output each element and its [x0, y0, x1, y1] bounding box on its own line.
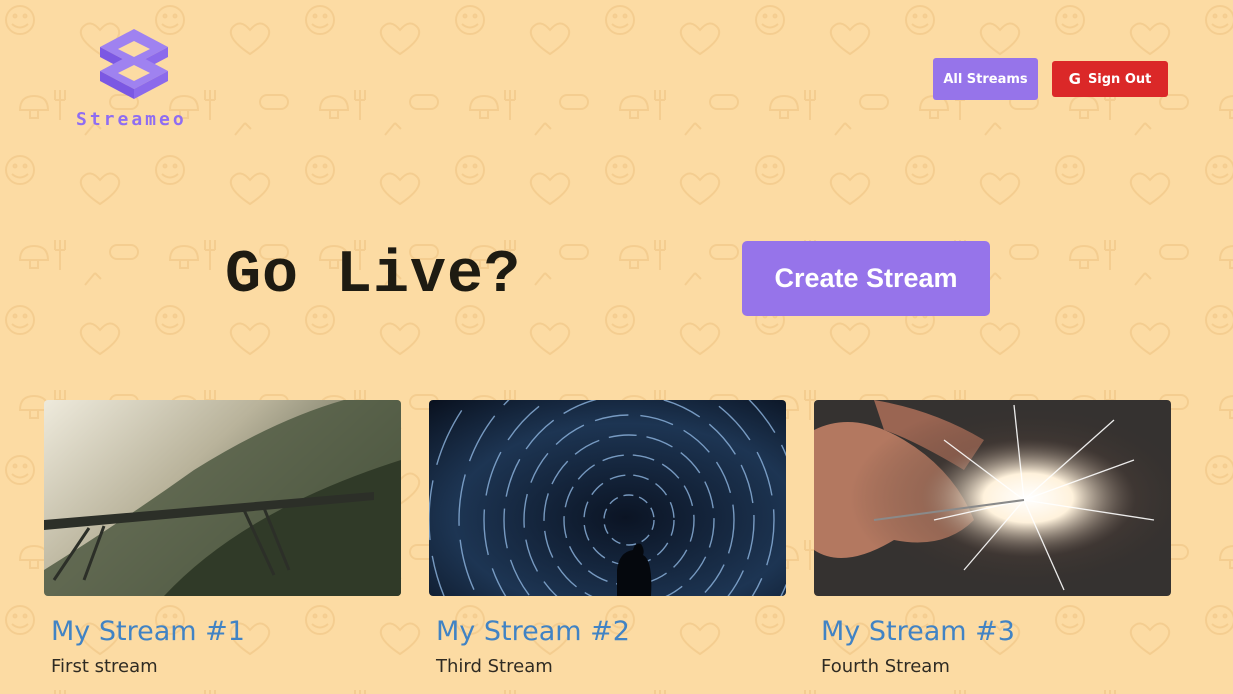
create-stream-button[interactable]: Create Stream [742, 241, 990, 316]
stream-card[interactable]: My Stream #1 First stream [44, 400, 401, 677]
brand-name: Streameo [76, 109, 187, 130]
stream-title[interactable]: My Stream #1 [51, 618, 401, 646]
stream-thumbnail[interactable] [44, 400, 401, 596]
stream-thumbnail[interactable] [429, 400, 786, 596]
brand-logo[interactable]: Streameo [76, 27, 196, 137]
sign-out-button[interactable]: G Sign Out [1052, 61, 1168, 97]
stream-card[interactable]: My Stream #3 Fourth Stream [814, 400, 1171, 677]
stream-thumbnail[interactable] [814, 400, 1171, 596]
all-streams-button[interactable]: All Streams [933, 58, 1038, 100]
google-icon: G [1068, 70, 1081, 88]
stream-description: Fourth Stream [821, 656, 950, 677]
stream-description: Third Stream [436, 656, 553, 677]
cube-stack-icon [100, 29, 168, 99]
stream-description: First stream [51, 656, 158, 677]
stream-title[interactable]: My Stream #3 [821, 618, 1171, 646]
stream-title[interactable]: My Stream #2 [436, 618, 786, 646]
sign-out-label: Sign Out [1087, 71, 1152, 87]
hero-title: Go Live? [225, 242, 522, 310]
stream-card[interactable]: My Stream #2 Third Stream [429, 400, 786, 677]
